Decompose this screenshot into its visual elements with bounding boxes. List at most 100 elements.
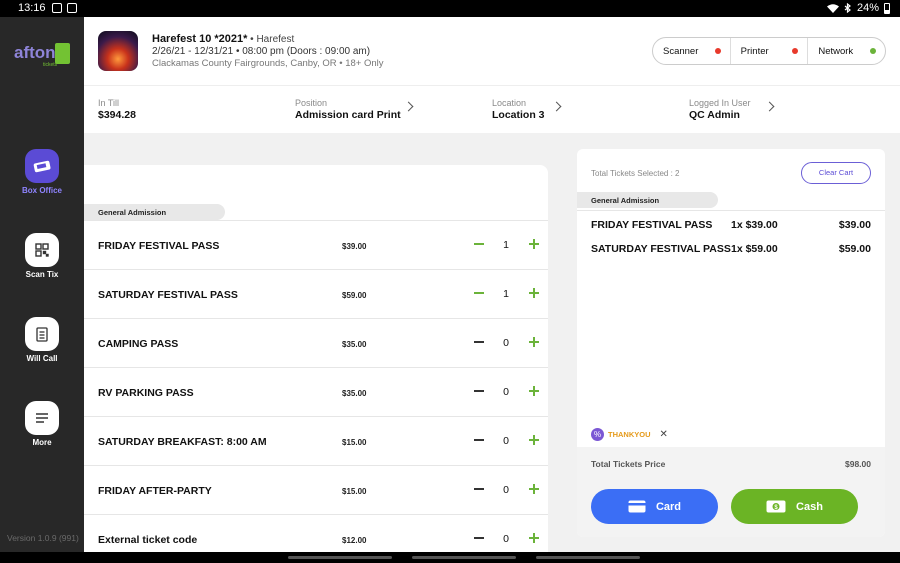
device-status-group: Scanner Printer Network	[652, 37, 886, 65]
cart-item-name: FRIDAY FESTIVAL PASS	[591, 219, 713, 231]
total-price-label: Total Tickets Price	[591, 459, 666, 469]
pay-cash-label: Cash	[796, 500, 823, 513]
status-dot	[870, 48, 877, 54]
ticket-row: SATURDAY FESTIVAL PASS $59.00 1	[84, 269, 548, 317]
discount-badge-icon: %	[591, 428, 604, 441]
event-subtitle: • Harefest	[247, 34, 295, 45]
ticket-row: External ticket code $12.00 0	[84, 514, 548, 552]
decrement-button[interactable]	[472, 286, 486, 300]
pay-card-button[interactable]: Card	[591, 489, 718, 524]
bluetooth-icon	[844, 3, 851, 13]
nav-more[interactable]: More	[0, 401, 84, 447]
nav-label: Will Call	[26, 354, 58, 363]
main-content: Harefest 10 *2021* • Harefest 2/26/21 - …	[84, 17, 900, 552]
chevron-right-icon[interactable]	[551, 101, 562, 112]
remove-promo-close-icon[interactable]: ✕	[660, 429, 668, 440]
event-header: Harefest 10 *2021* • Harefest 2/26/21 - …	[84, 17, 900, 85]
system-navigation-bar	[0, 552, 900, 563]
promo-code-tag: % THANKYOU ✕	[591, 428, 668, 441]
divider	[577, 210, 885, 211]
chevron-right-icon[interactable]	[764, 101, 775, 112]
logged-in-user[interactable]: Logged In User QC Admin	[689, 98, 751, 121]
ticket-name: RV PARKING PASS	[98, 387, 194, 399]
svg-text:tickets: tickets	[43, 62, 58, 68]
decrement-button[interactable]	[472, 433, 486, 447]
side-navigation: afton tickets Box Office Scan Tix Will C…	[0, 17, 84, 552]
cart-footer: Total Tickets Price $98.00 Card $ Cash	[577, 447, 885, 537]
system-status-bar: 13:16 24%	[0, 0, 900, 17]
clear-cart-button[interactable]: Clear Cart	[801, 162, 871, 184]
increment-button[interactable]	[527, 237, 541, 251]
cash-icon: $	[766, 500, 786, 513]
ticket-row: SATURDAY BREAKFAST: 8:00 AM $15.00 0	[84, 416, 548, 464]
cart-item-total: $59.00	[838, 243, 871, 255]
scanner-status[interactable]: Scanner	[653, 38, 731, 64]
ticket-price: $59.00	[342, 291, 367, 300]
ticket-price: $12.00	[342, 536, 367, 545]
nav-will-call[interactable]: Will Call	[0, 317, 84, 363]
promo-code: THANKYOU	[608, 430, 651, 439]
position-selector[interactable]: Position Admission card Print	[295, 98, 401, 121]
wifi-icon	[826, 3, 839, 13]
cart-item-qty-price: 1x $39.00	[731, 219, 778, 231]
event-dates: 2/26/21 - 12/31/21 • 08:00 pm (Doors : 0…	[152, 46, 371, 57]
increment-button[interactable]	[527, 482, 541, 496]
ticket-quantity: 0	[503, 435, 509, 447]
clock: 13:16	[18, 2, 46, 14]
nav-handle[interactable]	[288, 556, 392, 559]
nav-handle[interactable]	[536, 556, 640, 559]
event-thumbnail	[98, 31, 138, 71]
increment-button[interactable]	[527, 286, 541, 300]
nav-label: Scan Tix	[25, 270, 59, 279]
cart-item: FRIDAY FESTIVAL PASS 1x $39.00 $39.00	[577, 216, 885, 234]
increment-button[interactable]	[527, 531, 541, 545]
in-till: In Till $394.28	[98, 98, 136, 121]
battery-icon	[884, 2, 890, 14]
nav-box-office[interactable]: Box Office	[0, 149, 84, 195]
cart-item: SATURDAY FESTIVAL PASS 1x $59.00 $59.00	[577, 240, 885, 258]
document-icon	[25, 317, 59, 351]
ticket-row: CAMPING PASS $35.00 0	[84, 318, 548, 366]
nav-label: Box Office	[21, 186, 62, 195]
ticket-quantity: 1	[503, 288, 509, 300]
status-dot	[792, 48, 799, 54]
location-selector[interactable]: Location Location 3	[492, 98, 545, 121]
network-status[interactable]: Network	[808, 38, 885, 64]
nav-label: More	[32, 438, 52, 447]
chevron-right-icon[interactable]	[403, 101, 414, 112]
nav-scan-tix[interactable]: Scan Tix	[0, 233, 84, 279]
afton-logo: afton tickets	[14, 43, 70, 68]
nav-handle[interactable]	[412, 556, 516, 559]
ticket-row: FRIDAY AFTER-PARTY $15.00 0	[84, 465, 548, 513]
decrement-button[interactable]	[472, 335, 486, 349]
ticket-price: $35.00	[342, 340, 367, 349]
ticket-quantity: 0	[503, 484, 509, 496]
ticket-row: RV PARKING PASS $35.00 0	[84, 367, 548, 415]
event-location: Clackamas County Fairgrounds, Canby, OR …	[152, 58, 384, 69]
ticket-quantity: 0	[503, 533, 509, 545]
decrement-button[interactable]	[472, 237, 486, 251]
cart-item-name: SATURDAY FESTIVAL PASS	[591, 243, 731, 255]
ticket-name: FRIDAY AFTER-PARTY	[98, 485, 212, 497]
notification-icon	[52, 3, 62, 13]
increment-button[interactable]	[527, 335, 541, 349]
tickets-selected-count: Total Tickets Selected : 2	[591, 169, 680, 178]
ticket-price: $39.00	[342, 242, 367, 251]
decrement-button[interactable]	[472, 531, 486, 545]
qr-code-icon	[25, 233, 59, 267]
ticket-name: CAMPING PASS	[98, 338, 179, 350]
decrement-button[interactable]	[472, 384, 486, 398]
ticket-icon	[25, 149, 59, 183]
event-title: Harefest 10 *2021* • Harefest	[152, 33, 295, 45]
decrement-button[interactable]	[472, 482, 486, 496]
increment-button[interactable]	[527, 384, 541, 398]
ticket-section-label: General Admission	[84, 204, 225, 220]
printer-status[interactable]: Printer	[731, 38, 809, 64]
increment-button[interactable]	[527, 433, 541, 447]
battery-percent: 24%	[856, 2, 879, 14]
ticket-name: SATURDAY BREAKFAST: 8:00 AM	[98, 436, 267, 448]
pay-cash-button[interactable]: $ Cash	[731, 489, 858, 524]
ticket-quantity: 1	[503, 239, 509, 251]
total-price-value: $98.00	[845, 459, 871, 469]
ticket-name: FRIDAY FESTIVAL PASS	[98, 240, 220, 252]
